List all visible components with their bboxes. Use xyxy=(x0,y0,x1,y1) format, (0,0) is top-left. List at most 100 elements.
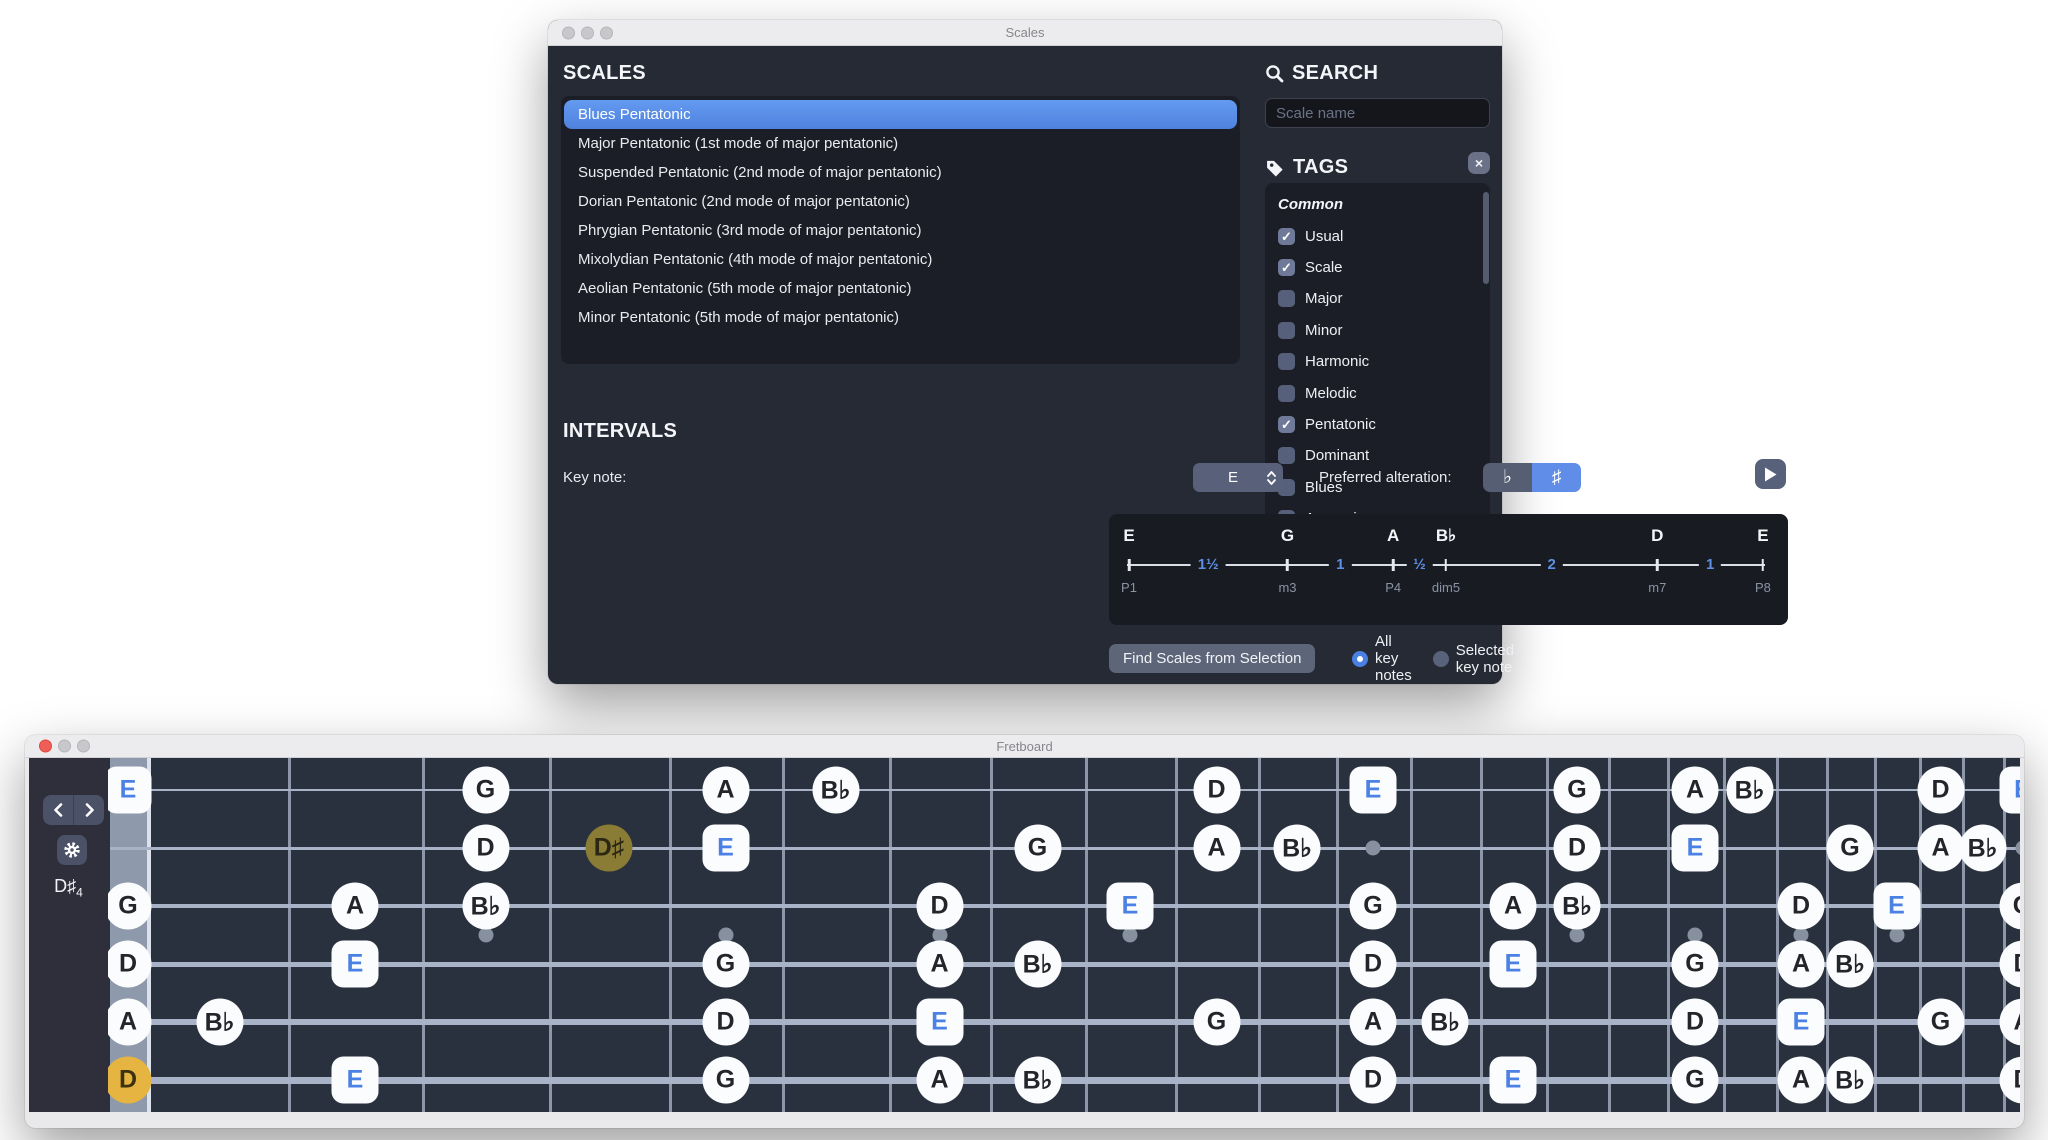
note-marker[interactable]: G xyxy=(1827,825,1874,872)
scales-titlebar[interactable]: Scales xyxy=(548,20,1502,46)
note-marker[interactable]: D xyxy=(1672,999,1719,1046)
scale-list-item[interactable]: Mixolydian Pentatonic (4th mode of major… xyxy=(564,245,1237,274)
note-marker[interactable]: E xyxy=(1778,999,1825,1046)
scale-list-item[interactable]: Dorian Pentatonic (2nd mode of major pen… xyxy=(564,187,1237,216)
minimize-button[interactable] xyxy=(58,740,71,753)
note-marker[interactable]: E xyxy=(916,999,963,1046)
note-marker[interactable]: B♭ xyxy=(1422,999,1469,1046)
tag-checkbox[interactable] xyxy=(1278,353,1295,370)
note-marker[interactable]: A xyxy=(916,941,963,988)
note-marker[interactable]: E xyxy=(1490,941,1537,988)
note-marker[interactable]: B♭ xyxy=(1554,883,1601,930)
note-marker[interactable]: A xyxy=(1672,767,1719,814)
tag-checkbox-row[interactable]: ✓Scale xyxy=(1278,252,1490,283)
note-marker[interactable]: E xyxy=(1107,883,1154,930)
note-marker[interactable]: G xyxy=(1554,767,1601,814)
note-marker[interactable]: A xyxy=(916,1057,963,1104)
search-input[interactable] xyxy=(1265,98,1490,128)
note-marker[interactable]: B♭ xyxy=(462,883,509,930)
radio-selected-key-note[interactable] xyxy=(1433,651,1449,667)
tags-clear-button[interactable]: × xyxy=(1468,152,1490,174)
note-marker[interactable]: B♭ xyxy=(1726,767,1773,814)
note-marker[interactable]: B♭ xyxy=(196,999,243,1046)
note-marker[interactable]: D xyxy=(1554,825,1601,872)
scale-list-item[interactable]: Blues Pentatonic xyxy=(564,100,1237,129)
scale-list-item[interactable]: Aeolian Pentatonic (5th mode of major pe… xyxy=(564,274,1237,303)
note-marker[interactable]: G xyxy=(1350,883,1397,930)
note-marker[interactable]: E xyxy=(1999,767,2020,814)
tag-checkbox-row[interactable]: ✓Usual xyxy=(1278,220,1490,251)
note-marker[interactable]: G xyxy=(462,767,509,814)
alteration-sharp-button[interactable]: ♯ xyxy=(1532,463,1581,492)
previous-button[interactable] xyxy=(43,795,74,825)
note-marker[interactable]: D xyxy=(916,883,963,930)
note-marker[interactable]: A xyxy=(702,767,749,814)
radio-all-key-notes[interactable] xyxy=(1352,651,1368,667)
note-marker[interactable]: D xyxy=(1778,883,1825,930)
scale-list-item[interactable]: Minor Pentatonic (5th mode of major pent… xyxy=(564,303,1237,332)
tag-checkbox-row[interactable]: Minor xyxy=(1278,315,1490,346)
key-note-dropdown[interactable]: E xyxy=(1193,463,1283,492)
note-marker[interactable]: A xyxy=(1350,999,1397,1046)
note-marker[interactable]: A xyxy=(1490,883,1537,930)
tag-checkbox[interactable] xyxy=(1278,385,1295,402)
note-marker[interactable]: A xyxy=(1193,825,1240,872)
note-marker[interactable]: E xyxy=(1672,825,1719,872)
next-button[interactable] xyxy=(74,795,104,825)
close-button[interactable] xyxy=(562,26,575,39)
note-marker[interactable]: G xyxy=(1672,941,1719,988)
note-marker[interactable]: E xyxy=(1873,883,1920,930)
note-marker[interactable]: A xyxy=(1917,825,1964,872)
note-marker[interactable]: E xyxy=(1350,767,1397,814)
fretboard-titlebar[interactable]: Fretboard xyxy=(25,735,2024,758)
tag-checkbox[interactable] xyxy=(1278,447,1295,464)
minimize-button[interactable] xyxy=(581,26,594,39)
note-marker[interactable]: A xyxy=(332,883,379,930)
tag-checkbox[interactable]: ✓ xyxy=(1278,228,1295,245)
note-marker[interactable]: D♯ xyxy=(586,825,633,872)
note-marker[interactable]: G xyxy=(1014,825,1061,872)
note-marker[interactable]: D xyxy=(462,825,509,872)
note-marker[interactable]: A xyxy=(1778,1057,1825,1104)
tag-checkbox[interactable] xyxy=(1278,290,1295,307)
note-marker[interactable]: B♭ xyxy=(1014,941,1061,988)
close-button[interactable] xyxy=(39,740,52,753)
play-button[interactable] xyxy=(1755,459,1786,489)
note-marker[interactable]: D xyxy=(1193,767,1240,814)
alteration-flat-button[interactable]: ♭ xyxy=(1483,463,1532,492)
note-marker[interactable]: D xyxy=(702,999,749,1046)
tag-checkbox[interactable]: ✓ xyxy=(1278,416,1295,433)
note-marker[interactable]: D xyxy=(1917,767,1964,814)
note-marker[interactable]: G xyxy=(1193,999,1240,1046)
scale-list-item[interactable]: Suspended Pentatonic (2nd mode of major … xyxy=(564,158,1237,187)
zoom-button[interactable] xyxy=(77,740,90,753)
note-marker[interactable]: D xyxy=(1350,941,1397,988)
settings-button[interactable] xyxy=(57,835,87,865)
note-marker[interactable]: B♭ xyxy=(812,767,859,814)
scale-list-item[interactable]: Phrygian Pentatonic (3rd mode of major p… xyxy=(564,216,1237,245)
note-marker[interactable]: E xyxy=(332,1057,379,1104)
note-marker[interactable]: E xyxy=(332,941,379,988)
note-marker[interactable]: B♭ xyxy=(1827,941,1874,988)
note-marker[interactable]: G xyxy=(702,941,749,988)
note-marker[interactable]: A xyxy=(1778,941,1825,988)
note-marker[interactable]: B♭ xyxy=(1014,1057,1061,1104)
note-marker[interactable]: G xyxy=(1917,999,1964,1046)
note-marker[interactable]: B♭ xyxy=(1274,825,1321,872)
note-marker[interactable]: D xyxy=(1350,1057,1397,1104)
tag-checkbox-row[interactable]: ✓Pentatonic xyxy=(1278,409,1490,440)
note-marker[interactable]: G xyxy=(702,1057,749,1104)
note-marker[interactable]: E xyxy=(1490,1057,1537,1104)
tag-checkbox-row[interactable]: Harmonic xyxy=(1278,346,1490,377)
tag-checkbox[interactable] xyxy=(1278,322,1295,339)
scale-list-item[interactable]: Major Pentatonic (1st mode of major pent… xyxy=(564,129,1237,158)
note-marker[interactable]: B♭ xyxy=(1959,825,2006,872)
tags-scrollbar[interactable] xyxy=(1483,192,1489,284)
tag-checkbox-row[interactable]: Major xyxy=(1278,283,1490,314)
find-scales-button[interactable]: Find Scales from Selection xyxy=(1109,644,1315,673)
zoom-button[interactable] xyxy=(600,26,613,39)
note-marker[interactable]: G xyxy=(1672,1057,1719,1104)
note-marker[interactable]: E xyxy=(702,825,749,872)
tag-checkbox[interactable]: ✓ xyxy=(1278,259,1295,276)
tag-checkbox-row[interactable]: Melodic xyxy=(1278,377,1490,408)
